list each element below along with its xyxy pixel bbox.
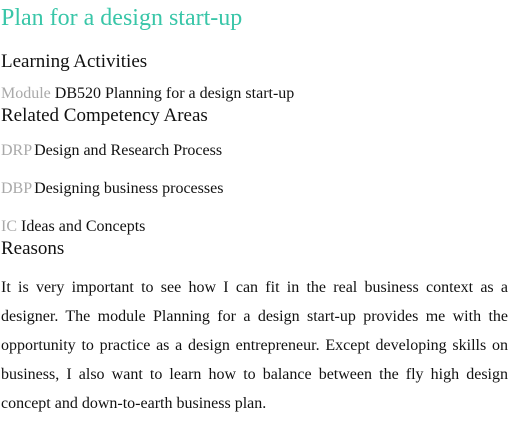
page-title: Plan for a design start-up <box>1 5 243 31</box>
learning-activities-heading: Learning Activities <box>1 51 148 72</box>
competency-areas-heading: Related Competency Areas <box>1 105 208 126</box>
competency-name: Ideas and Concepts <box>21 218 146 235</box>
reasons-heading: Reasons <box>1 238 65 259</box>
learning-activity-item: Module DB520 Planning for a design start-… <box>1 84 508 104</box>
reasons-paragraph: It is very important to see how I can fi… <box>1 279 508 412</box>
competency-code: DRP <box>1 142 33 159</box>
competency-name: Designing business processes <box>34 180 224 197</box>
competency-item-drp: DRP Design and Research Process <box>1 141 508 161</box>
activity-type-label: Module <box>1 85 51 102</box>
document-page: Plan for a design start-up Learning Acti… <box>0 0 508 418</box>
competency-item-dbp: DBP Designing business processes <box>1 179 508 199</box>
competency-code: IC <box>1 218 17 235</box>
competency-item-ic: IC Ideas and Concepts <box>1 217 508 237</box>
competency-name: Design and Research Process <box>34 142 223 159</box>
competency-code: DBP <box>1 180 33 197</box>
activity-title: DB520 Planning for a design start-up <box>54 85 295 102</box>
